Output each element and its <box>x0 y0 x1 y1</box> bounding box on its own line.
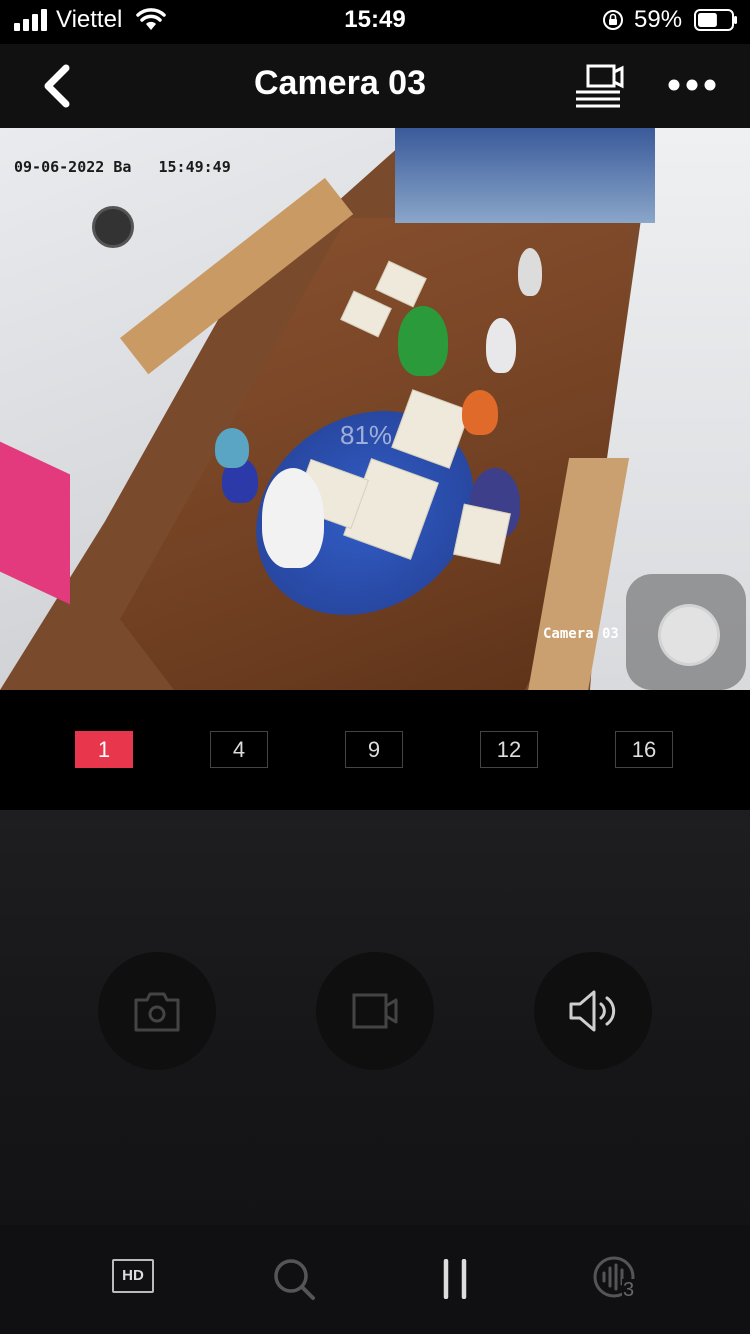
hd-button[interactable]: HD <box>112 1259 158 1297</box>
nav-bar: Camera 03 <box>0 44 750 128</box>
screen-mode-icon[interactable] <box>574 64 628 108</box>
camera-overlay-label: Camera 03 <box>543 626 619 642</box>
orientation-lock-icon <box>603 10 623 30</box>
stream-loading-percent: 81% <box>340 420 393 450</box>
layout-option-4[interactable]: 4 <box>210 731 268 768</box>
search-icon[interactable] <box>272 1257 316 1301</box>
layout-option-16[interactable]: 16 <box>615 731 673 768</box>
speaker-icon <box>569 990 616 1032</box>
hd-icon: HD <box>112 1259 154 1293</box>
camera-scene-person <box>398 306 448 376</box>
layout-option-9[interactable]: 9 <box>345 731 403 768</box>
record-button[interactable] <box>316 952 434 1070</box>
assistive-touch-inner <box>658 604 720 666</box>
audio-button[interactable] <box>534 952 652 1070</box>
layout-selector: 1 4 9 12 16 <box>0 690 750 810</box>
stream-badge: 3 <box>622 1279 636 1302</box>
video-record-icon <box>352 993 398 1029</box>
camera-scene-fan <box>92 206 134 248</box>
pause-icon[interactable] <box>440 1259 470 1299</box>
camera-scene-person <box>262 468 324 568</box>
hd-label: HD <box>122 1267 144 1284</box>
assistive-touch-button[interactable] <box>626 574 746 690</box>
battery-icon <box>694 9 737 31</box>
camera-live-view[interactable]: 09-06-2022 Ba 15:49:49 81% Camera 03 <box>0 128 750 690</box>
camera-scene-person <box>462 390 498 435</box>
camera-scene-window <box>395 128 655 223</box>
camera-scene-person <box>486 318 516 373</box>
snapshot-button[interactable] <box>98 952 216 1070</box>
status-bar: Viettel 15:49 59% <box>0 0 750 40</box>
more-options-icon[interactable] <box>668 74 716 96</box>
camera-icon <box>134 992 180 1032</box>
camera-scene-person <box>215 428 249 468</box>
layout-option-12[interactable]: 12 <box>480 731 538 768</box>
camera-scene-person <box>518 248 542 296</box>
layout-option-1[interactable]: 1 <box>75 731 133 768</box>
camera-timestamp: 09-06-2022 Ba 15:49:49 <box>14 158 231 176</box>
stream-quality-button[interactable]: 3 <box>592 1255 642 1305</box>
playback-controls <box>0 810 750 1225</box>
battery-percent: 59% <box>634 6 683 33</box>
bottom-toolbar: HD 3 <box>0 1225 750 1334</box>
